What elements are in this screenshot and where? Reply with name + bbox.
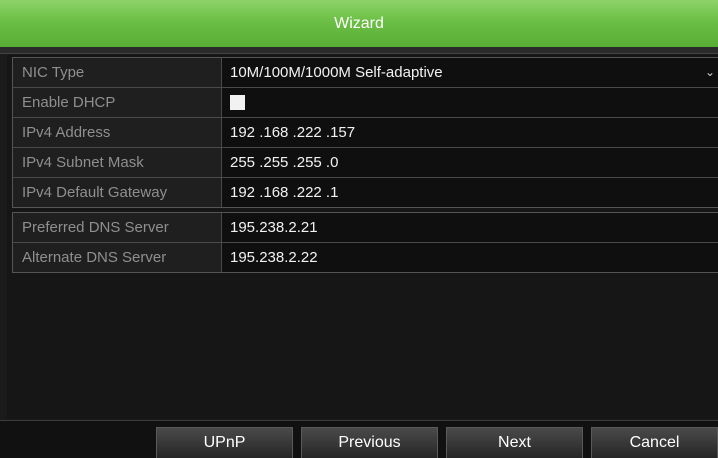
ipv4-default-gateway-row: IPv4 Default Gateway 192 .168 .222 .1 xyxy=(13,178,718,207)
preferred-dns-label: Preferred DNS Server xyxy=(13,213,222,242)
alternate-dns-row: Alternate DNS Server 195.238.2.22 xyxy=(13,243,718,272)
enable-dhcp-row: Enable DHCP xyxy=(13,88,718,118)
preferred-dns-input[interactable]: 195.238.2.21 xyxy=(222,213,718,242)
nic-type-value: 10M/100M/1000M Self-adaptive xyxy=(230,64,443,81)
dns-settings-group: Preferred DNS Server 195.238.2.21 Altern… xyxy=(12,212,718,273)
button-bar: UPnP Previous Next Cancel xyxy=(0,420,718,458)
ipv4-subnet-mask-row: IPv4 Subnet Mask 255 .255 .255 .0 xyxy=(13,148,718,178)
network-settings-group: NIC Type 10M/100M/1000M Self-adaptive ⌄ … xyxy=(12,57,718,208)
next-button[interactable]: Next xyxy=(446,427,583,458)
ipv4-address-row: IPv4 Address 192 .168 .222 .157 xyxy=(13,118,718,148)
nic-type-select[interactable]: 10M/100M/1000M Self-adaptive ⌄ xyxy=(222,58,718,87)
ipv4-subnet-mask-input[interactable]: 255 .255 .255 .0 xyxy=(222,148,718,177)
enable-dhcp-field xyxy=(222,88,718,117)
ipv4-address-label: IPv4 Address xyxy=(13,118,222,147)
nic-type-row: NIC Type 10M/100M/1000M Self-adaptive ⌄ xyxy=(13,58,718,88)
ipv4-default-gateway-label: IPv4 Default Gateway xyxy=(13,178,222,207)
preferred-dns-row: Preferred DNS Server 195.238.2.21 xyxy=(13,213,718,243)
window-title: Wizard xyxy=(0,0,718,47)
ipv4-subnet-mask-label: IPv4 Subnet Mask xyxy=(13,148,222,177)
cancel-button[interactable]: Cancel xyxy=(591,427,718,458)
previous-button[interactable]: Previous xyxy=(301,427,438,458)
enable-dhcp-checkbox[interactable] xyxy=(230,95,245,110)
ipv4-default-gateway-input[interactable]: 192 .168 .222 .1 xyxy=(222,178,718,207)
alternate-dns-input[interactable]: 195.238.2.22 xyxy=(222,243,718,272)
ipv4-address-input[interactable]: 192 .168 .222 .157 xyxy=(222,118,718,147)
nic-type-label: NIC Type xyxy=(13,58,222,87)
chevron-down-icon[interactable]: ⌄ xyxy=(705,58,715,87)
enable-dhcp-label: Enable DHCP xyxy=(13,88,222,117)
alternate-dns-label: Alternate DNS Server xyxy=(13,243,222,272)
upnp-button[interactable]: UPnP xyxy=(156,427,293,458)
title-divider xyxy=(0,47,718,54)
